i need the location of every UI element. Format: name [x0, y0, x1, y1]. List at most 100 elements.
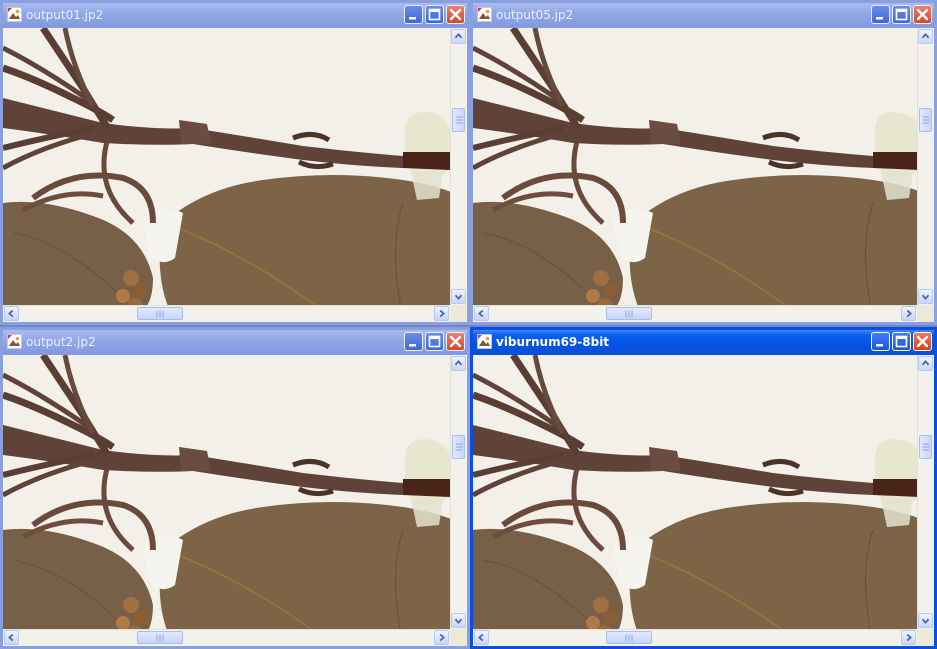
- minimize-icon: [876, 344, 883, 347]
- image-window-output05[interactable]: output05.jp2: [470, 0, 937, 325]
- specimen-photo: [473, 355, 917, 629]
- close-icon: [916, 335, 929, 348]
- scroll-down-button[interactable]: [451, 289, 466, 304]
- horizontal-scrollbar[interactable]: [473, 305, 917, 322]
- specimen-image[interactable]: [473, 355, 917, 629]
- horizontal-scrollbar[interactable]: [3, 305, 450, 322]
- arrow-down-icon: [921, 294, 930, 300]
- window-title: viburnum69-8bit: [496, 335, 610, 349]
- horizontal-scroll-thumb[interactable]: [137, 307, 183, 320]
- image-file-icon[interactable]: [7, 334, 22, 349]
- close-icon: [449, 335, 462, 348]
- vertical-scrollbar[interactable]: [917, 28, 934, 305]
- minimize-button[interactable]: [404, 5, 423, 24]
- minimize-icon: [876, 17, 883, 20]
- arrow-up-icon: [921, 33, 930, 39]
- minimize-button[interactable]: [871, 5, 890, 24]
- arrow-right-icon: [906, 309, 912, 318]
- scrollbar-corner: [450, 629, 467, 646]
- scroll-left-button[interactable]: [474, 306, 489, 321]
- scroll-right-button[interactable]: [434, 630, 449, 645]
- title-bar[interactable]: output05.jp2: [473, 3, 934, 28]
- window-title: output05.jp2: [496, 8, 574, 22]
- vertical-scroll-thumb[interactable]: [919, 108, 932, 132]
- specimen-photo: [3, 28, 450, 305]
- window-content: [3, 28, 467, 322]
- arrow-right-icon: [906, 633, 912, 642]
- image-window-viburnum69-8bit[interactable]: viburnum69-8bit: [470, 327, 937, 649]
- horizontal-scroll-thumb[interactable]: [606, 631, 652, 644]
- horizontal-scrollbar[interactable]: [3, 629, 450, 646]
- scroll-right-button[interactable]: [434, 306, 449, 321]
- window-title: output2.jp2: [26, 335, 96, 349]
- horizontal-scroll-thumb[interactable]: [137, 631, 183, 644]
- minimize-icon: [409, 17, 416, 20]
- minimize-icon: [409, 344, 416, 347]
- arrow-right-icon: [439, 309, 445, 318]
- arrow-up-icon: [454, 33, 463, 39]
- vertical-scroll-thumb[interactable]: [452, 108, 465, 132]
- scroll-down-button[interactable]: [451, 613, 466, 628]
- maximize-icon: [895, 8, 908, 21]
- horizontal-scroll-thumb[interactable]: [606, 307, 652, 320]
- arrow-left-icon: [8, 633, 14, 642]
- minimize-button[interactable]: [871, 332, 890, 351]
- window-title: output01.jp2: [26, 8, 104, 22]
- scroll-down-button[interactable]: [918, 613, 933, 628]
- vertical-scrollbar[interactable]: [917, 355, 934, 629]
- close-button[interactable]: [446, 5, 465, 24]
- scroll-left-button[interactable]: [474, 630, 489, 645]
- window-content: [3, 355, 467, 646]
- image-file-icon[interactable]: [477, 7, 492, 22]
- vertical-scrollbar[interactable]: [450, 28, 467, 305]
- image-window-output2[interactable]: output2.jp2: [0, 327, 470, 649]
- minimize-button[interactable]: [404, 332, 423, 351]
- scroll-down-button[interactable]: [918, 289, 933, 304]
- title-bar[interactable]: output2.jp2: [3, 330, 467, 355]
- specimen-photo: [473, 28, 917, 305]
- vertical-scrollbar[interactable]: [450, 355, 467, 629]
- maximize-button[interactable]: [425, 5, 444, 24]
- title-bar[interactable]: output01.jp2: [3, 3, 467, 28]
- arrow-left-icon: [8, 309, 14, 318]
- scroll-up-button[interactable]: [451, 29, 466, 44]
- close-button[interactable]: [446, 332, 465, 351]
- vertical-scroll-thumb[interactable]: [452, 435, 465, 459]
- image-file-icon[interactable]: [7, 7, 22, 22]
- scroll-up-button[interactable]: [451, 356, 466, 371]
- vertical-scroll-thumb[interactable]: [919, 435, 932, 459]
- maximize-button[interactable]: [425, 332, 444, 351]
- specimen-photo: [3, 355, 450, 629]
- arrow-down-icon: [921, 618, 930, 624]
- horizontal-scrollbar[interactable]: [473, 629, 917, 646]
- arrow-right-icon: [439, 633, 445, 642]
- maximize-button[interactable]: [892, 5, 911, 24]
- arrow-up-icon: [921, 360, 930, 366]
- title-bar[interactable]: viburnum69-8bit: [473, 330, 934, 355]
- specimen-image[interactable]: [473, 28, 917, 305]
- specimen-image[interactable]: [3, 28, 450, 305]
- arrow-left-icon: [478, 309, 484, 318]
- close-button[interactable]: [913, 332, 932, 351]
- image-file-icon[interactable]: [477, 334, 492, 349]
- maximize-icon: [895, 335, 908, 348]
- scrollbar-corner: [917, 629, 934, 646]
- window-content: [473, 28, 934, 322]
- scroll-left-button[interactable]: [4, 306, 19, 321]
- specimen-image[interactable]: [3, 355, 450, 629]
- arrow-left-icon: [478, 633, 484, 642]
- image-window-output01[interactable]: output01.jp2: [0, 0, 470, 325]
- scroll-up-button[interactable]: [918, 29, 933, 44]
- close-icon: [449, 8, 462, 21]
- arrow-down-icon: [454, 294, 463, 300]
- scroll-up-button[interactable]: [918, 356, 933, 371]
- scroll-right-button[interactable]: [901, 306, 916, 321]
- scroll-right-button[interactable]: [901, 630, 916, 645]
- scroll-left-button[interactable]: [4, 630, 19, 645]
- close-icon: [916, 8, 929, 21]
- window-content: [473, 355, 934, 646]
- maximize-button[interactable]: [892, 332, 911, 351]
- maximize-icon: [428, 335, 441, 348]
- close-button[interactable]: [913, 5, 932, 24]
- arrow-down-icon: [454, 618, 463, 624]
